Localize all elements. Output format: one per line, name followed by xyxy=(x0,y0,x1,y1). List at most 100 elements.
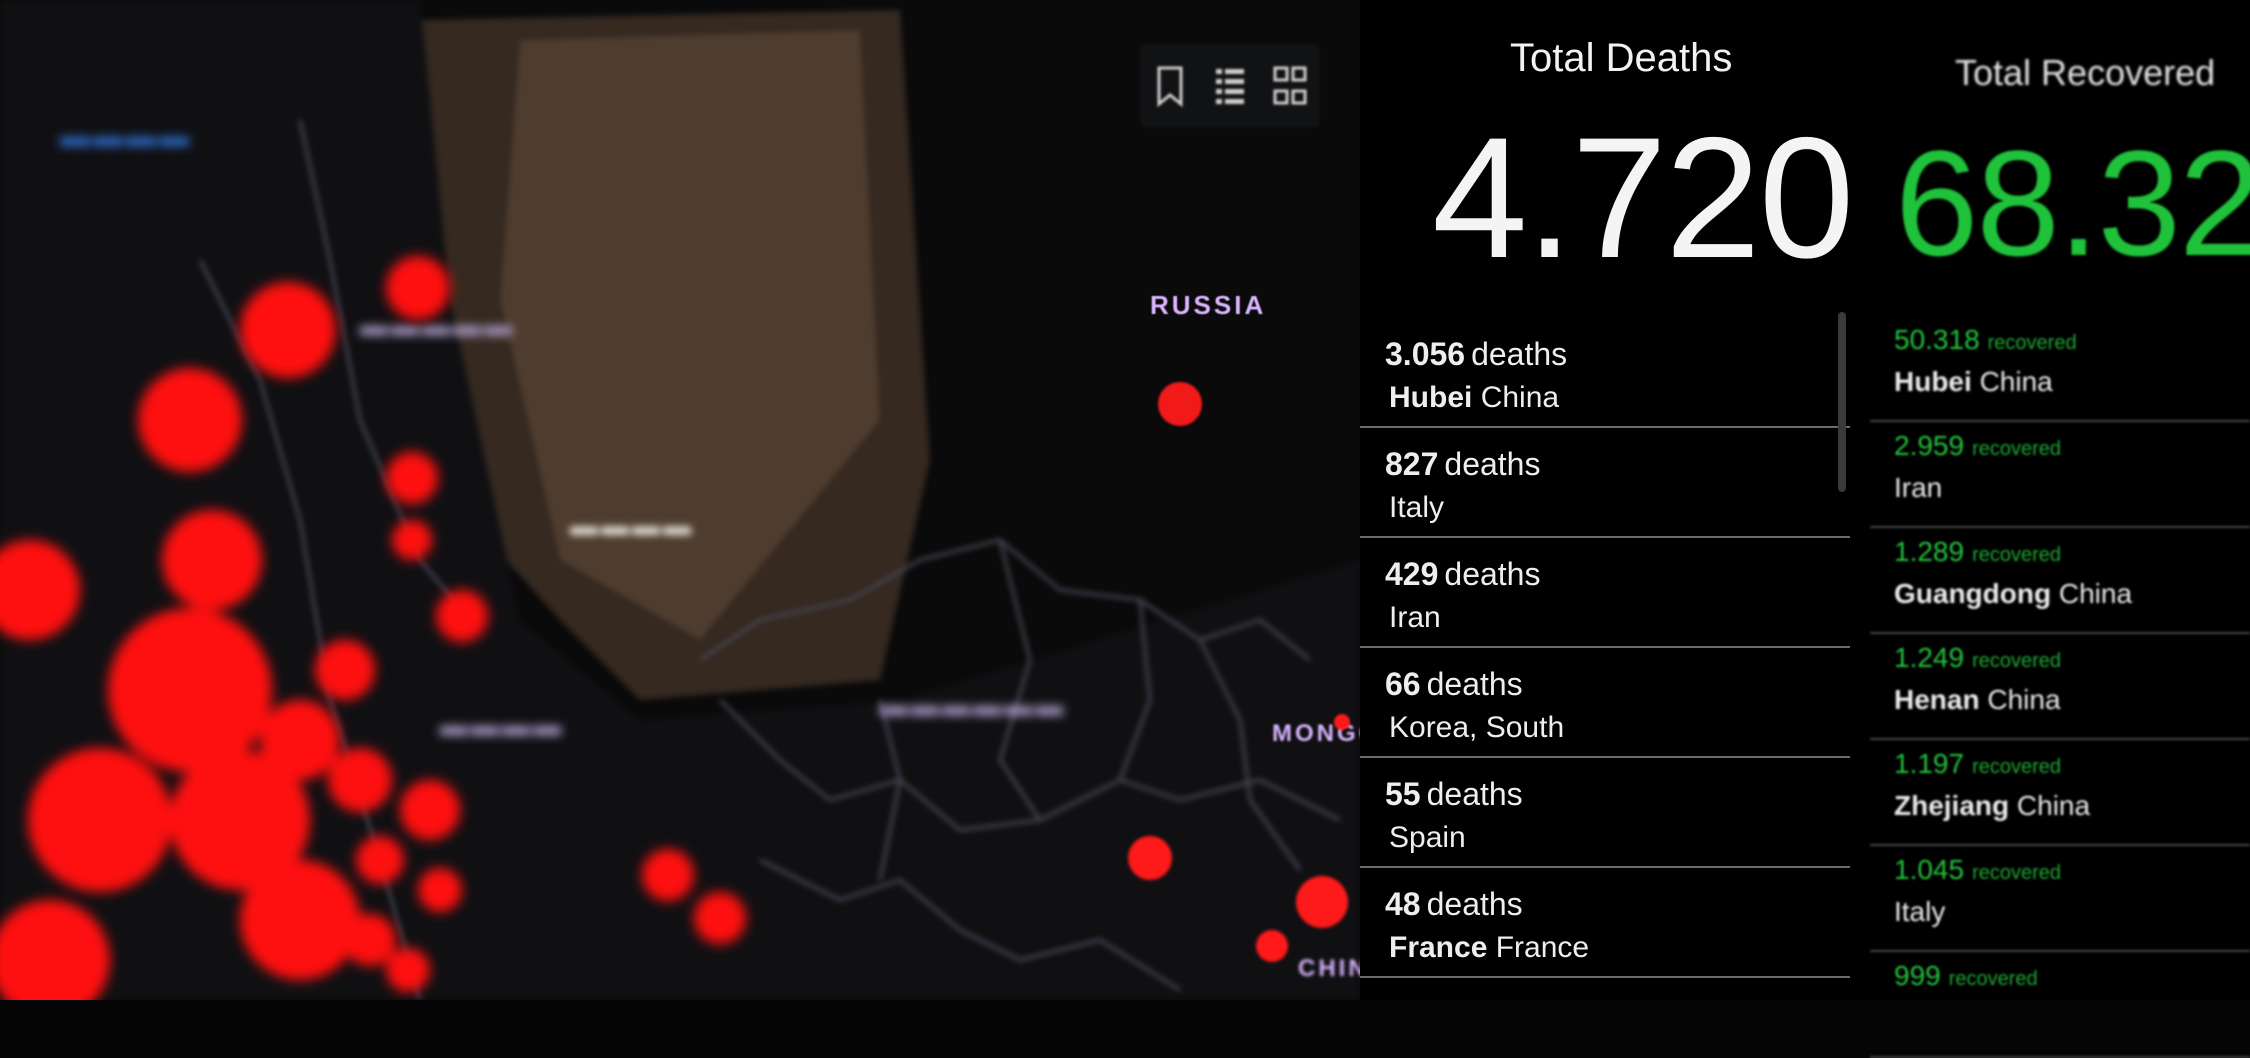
case-dot xyxy=(1256,930,1288,962)
deaths-scrollbar[interactable] xyxy=(1838,312,1846,492)
region-name: Guangdong xyxy=(1894,578,2052,609)
death-count: 827 xyxy=(1385,446,1439,482)
death-count: 3.056 xyxy=(1385,336,1466,372)
case-dot xyxy=(344,914,396,966)
case-dot xyxy=(0,900,110,1000)
recovered-count: 1.045 xyxy=(1894,854,1965,885)
recovered-count: 1.289 xyxy=(1894,536,1965,567)
case-dot xyxy=(436,590,488,642)
list-item[interactable]: 429 deaths Iran xyxy=(1360,538,1850,648)
recovered-count: 2.959 xyxy=(1894,430,1965,461)
recovered-list[interactable]: 50.318 recovered Hubei China 2.959 recover… xyxy=(1870,316,2250,1058)
death-unit: deaths xyxy=(1426,666,1523,702)
death-unit: deaths xyxy=(1426,886,1523,922)
case-dot xyxy=(0,540,80,640)
case-dot xyxy=(260,700,340,780)
total-recovered-panel: Total Recovered 68.324 50.318 recovered H… xyxy=(1860,0,2250,1058)
recovered-unit: recovered xyxy=(1972,650,2062,672)
case-dot xyxy=(1334,714,1350,730)
case-dot xyxy=(162,510,262,610)
list-item[interactable]: 999 recovered xyxy=(1870,952,2250,1058)
list-item[interactable]: 827 deaths Italy xyxy=(1360,428,1850,538)
case-dot xyxy=(1296,876,1348,928)
recovered-count: 1.249 xyxy=(1894,642,1965,673)
death-unit: deaths xyxy=(1444,446,1541,482)
deaths-list[interactable]: 3.056 deaths Hubei China 827 deaths Italy … xyxy=(1360,318,1850,978)
country-name: France xyxy=(1495,931,1590,964)
qr-grid-icon xyxy=(1273,66,1307,105)
death-unit: deaths xyxy=(1444,556,1541,592)
list-item[interactable]: 66 deaths Korea, South xyxy=(1360,648,1850,758)
region-name: Zhejiang xyxy=(1894,790,2010,821)
case-dot xyxy=(28,748,172,892)
list-icon xyxy=(1216,69,1244,104)
list-item[interactable]: 1.197 recovered Zhejiang China xyxy=(1870,740,2250,846)
case-dot xyxy=(240,860,360,980)
list-item[interactable]: 3.056 deaths Hubei China xyxy=(1360,318,1850,428)
country-name: Iran xyxy=(1894,472,1943,503)
country-name: Iran xyxy=(1389,601,1441,634)
country-name: Italy xyxy=(1894,896,1946,927)
total-recovered-count: 68.324 xyxy=(1895,119,2250,287)
total-deaths-title: Total Deaths xyxy=(1510,36,1733,80)
recovered-unit: recovered xyxy=(1972,438,2062,460)
country-name: China xyxy=(1979,366,2053,397)
recovered-unit: recovered xyxy=(1972,862,2062,884)
list-item[interactable]: 55 deaths Spain xyxy=(1360,758,1850,868)
recovered-count: 1.197 xyxy=(1894,748,1965,779)
bookmark-icon xyxy=(1157,66,1183,107)
country-name: China xyxy=(1987,684,2061,715)
bookmark-button[interactable] xyxy=(1151,61,1189,111)
case-dot xyxy=(642,849,694,901)
case-markers xyxy=(0,256,1350,1000)
case-dot xyxy=(315,640,375,700)
total-deaths-count: 4.720 xyxy=(1432,102,1854,294)
region-name: Hubei xyxy=(1389,381,1473,414)
total-recovered-title: Total Recovered xyxy=(1955,52,2216,93)
map-view[interactable]: RUSSIA MONGO CHIN ▬▬▬▬ ▬▬▬▬▬ ▬▬▬▬ ▬▬▬▬▬▬… xyxy=(0,0,1360,1000)
list-item[interactable]: 2.959 recovered Iran xyxy=(1870,422,2250,528)
recovered-unit: recovered xyxy=(1972,544,2062,566)
case-dot xyxy=(240,282,336,378)
recovered-unit: recovered xyxy=(1948,968,2038,990)
case-dot xyxy=(400,780,460,840)
recovered-unit: recovered xyxy=(1987,332,2077,354)
region-name: France xyxy=(1389,931,1488,964)
country-name: Korea, South xyxy=(1389,711,1565,744)
case-dot xyxy=(1158,382,1202,426)
case-dot xyxy=(138,368,242,472)
death-count: 55 xyxy=(1385,776,1421,812)
list-item[interactable]: 1.249 recovered Henan China xyxy=(1870,634,2250,740)
total-deaths-panel: Total Deaths 4.720 3.056 deaths Hubei Chi… xyxy=(1360,0,1860,1000)
death-count: 66 xyxy=(1385,666,1421,702)
list-button[interactable] xyxy=(1211,61,1249,111)
country-name: Spain xyxy=(1389,821,1466,854)
case-dot xyxy=(392,520,432,560)
map-toolbar xyxy=(1140,44,1320,128)
death-unit: deaths xyxy=(1471,336,1568,372)
country-name: Italy xyxy=(1389,491,1445,524)
case-dot xyxy=(328,748,392,812)
case-dot xyxy=(1128,836,1172,880)
case-dot xyxy=(386,452,438,504)
list-item[interactable]: 1.289 recovered Guangdong China xyxy=(1870,528,2250,634)
death-unit: deaths xyxy=(1426,776,1523,812)
recovered-count: 999 xyxy=(1894,960,1941,991)
qr-grid-button[interactable] xyxy=(1271,61,1309,111)
country-name: China xyxy=(2058,578,2133,609)
list-item[interactable]: 50.318 recovered Hubei China xyxy=(1870,316,2250,422)
case-dot xyxy=(108,608,272,772)
list-item[interactable]: 48 deaths France France xyxy=(1360,868,1850,978)
recovered-unit: recovered xyxy=(1972,756,2062,778)
list-item[interactable]: 1.045 recovered Italy xyxy=(1870,846,2250,952)
region-name: Henan xyxy=(1894,684,1980,715)
death-count: 429 xyxy=(1385,556,1439,592)
country-name: China xyxy=(2016,790,2091,821)
country-name: China xyxy=(1480,381,1560,414)
region-name: Hubei xyxy=(1894,366,1972,397)
death-count: 48 xyxy=(1385,886,1421,922)
case-dot xyxy=(418,868,462,912)
recovered-count: 50.318 xyxy=(1894,324,1980,355)
case-dot xyxy=(356,836,404,884)
case-dot xyxy=(386,948,430,992)
